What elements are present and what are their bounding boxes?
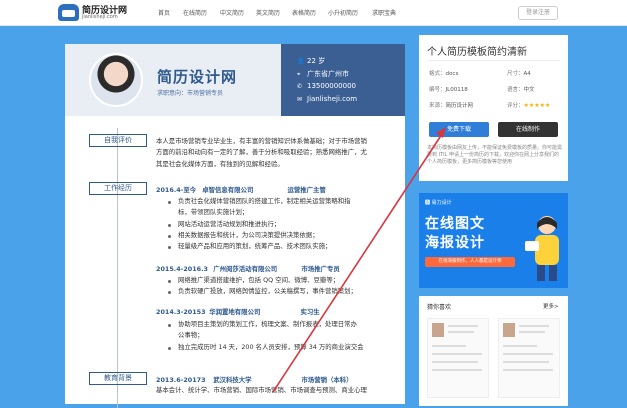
nav-link-chinese-resume[interactable]: 中文简历 [220,8,244,17]
job-row: 2015.4-2016.3 广州阅莎活动有限公司 市场推广专员 [156,265,340,273]
phone-icon: ✆ [297,83,303,90]
job-bullet: 相关数据报告和统计，为公司决策提供决策依据； [178,231,319,239]
logo-url: jianlisheji.com [82,14,118,20]
top-nav: 简历设计网 jianlisheji.com 首页 在线简历 中文简历 英文简历 … [0,0,627,26]
job-bullet: 标，带领团队实施计划； [178,208,249,216]
nav-link-english-resume[interactable]: 英文简历 [256,8,280,17]
location-icon: ⌖ [297,71,301,78]
more-link[interactable]: 更多> [543,302,559,310]
job-bullet: 公事物； [178,331,204,339]
self-eval-text: 本人是市场营销专业毕业生，有丰富的营销知识体系做基础；对于市场营销 方面的前沿和… [156,137,367,168]
job-bullet: 网络推广渠道搭建维护，包括 QQ 空间、微博、豆瓣等； [178,276,340,284]
format-meta: 格式：docx [429,71,459,77]
free-download-button[interactable]: 免费下载 [429,122,489,137]
section-work: 工作经历 [89,182,147,195]
size-meta: 尺寸：A4 [507,71,531,77]
banner-brand: 🅱 易力设计 [425,200,452,206]
job-bullet: 轻量级产品和应用的策划，统筹产品、技术团队实施； [178,242,332,250]
online-make-button[interactable]: 在线制作 [498,122,558,137]
age-value: 22 岁 [307,57,326,65]
mail-icon: ✉ [297,96,303,103]
job-row: 2014.3-20153 华润置地有限公司 实习生 [156,308,320,316]
job-bullet: 负责社会化媒体营销团队的搭建工作，制定相关运营策略和指 [178,197,351,205]
edu-row: 2013.6-20173 武汉科技大学 市场营销（本科） [156,376,353,384]
location-row: ⌖ 广东省广州市 [297,69,349,79]
timeline-line [117,128,118,408]
nav-link-online-resume[interactable]: 在线简历 [183,8,207,17]
section-education: 教育背景 [89,372,147,385]
login-button[interactable]: 登录注册 [518,6,558,20]
phone-value: 13500000000 [307,82,356,90]
nav-link-job-guide[interactable]: 求职宝典 [372,8,396,17]
nav-link-school-resume[interactable]: 小升初简历 [328,8,358,17]
phone-row: ✆ 13500000000 [297,82,356,90]
avatar [89,53,143,107]
person-icon: 👤 [297,58,305,65]
banner-subtitle: 在线海报制作，人人都是设计师 [425,257,515,267]
age-row: 👤 22 岁 [297,56,325,66]
email-row: ✉ Jianlisheji.com [297,95,357,103]
source-meta: 来源：简历设计网 [429,103,474,109]
banner-headline-1: 在线图文 [425,216,485,232]
banner-illustration [525,216,559,281]
job-bullet: 负责软硬广投放，网络舆情监控，公关稿撰写，事件营销策划； [178,287,357,295]
template-info-card: 个人简历模板简约清新 格式：docx 尺寸：A4 编号：JL00118 语言：中… [419,35,568,181]
edu-courses: 基本会计、统计学、市场营销、国际市场营销、市场调查与预测、商业心理 [156,386,367,394]
site-logo[interactable]: 简历设计网 jianlisheji.com [58,3,127,23]
recommend-title: 猜你喜欢 [427,304,452,311]
template-thumbnail[interactable] [498,318,560,398]
job-bullet: 独立完成历时 14 天，200 名人员安排，预算 34 万的商业演交会 [178,343,364,351]
logo-icon [58,4,79,21]
template-title: 个人简历模板简约清新 [427,47,527,58]
poster-ad-banner[interactable]: 🅱 易力设计 在线图文 海报设计 在线海报制作，人人都是设计师 [419,193,568,288]
location-value: 广东省广州市 [307,70,349,78]
id-meta: 编号：JL00118 [429,87,468,93]
section-self-eval: 自我评价 [89,134,147,147]
resume-preview: 简历设计网 求职意向：市场营销专员 👤 22 岁 ⌖ 广东省广州市 ✆ 1350000… [65,44,405,408]
job-bullet: 协助项目主策划的策划工作，梳理文案、制作报表，处理日常办 [178,320,357,328]
contact-panel: 👤 22 岁 ⌖ 广东省广州市 ✆ 13500000000 ✉ Jianlisheji.… [281,44,405,116]
nav-link-home[interactable]: 首页 [158,8,170,17]
template-thumbnail[interactable] [427,318,489,398]
resume-header: 简历设计网 求职意向：市场营销专员 👤 22 岁 ⌖ 广东省广州市 ✆ 1350000… [65,44,405,116]
job-bullet: 网站活动运营活动规划和推进执行； [178,220,281,228]
banner-headline-2: 海报设计 [425,235,485,251]
rating-meta: 评分：★★★★★ [507,102,551,109]
lang-meta: 语言：中文 [507,87,535,93]
job-intent: 求职意向：市场营销专员 [157,90,224,97]
divider [427,60,560,61]
email-value: Jianlisheji.com [307,95,358,103]
job-row: 2016.4-至今 卓智信息有限公司 运营推广主管 [156,186,326,194]
nav-link-table-resume[interactable]: 表格简历 [292,8,316,17]
recommend-card: 猜你喜欢 更多> [419,296,568,406]
rating-stars: ★★★★★ [523,102,551,109]
template-description: 本简历模板由网友上传，不能保证免费模板的质量。你可能需要到 ITIL 申请上一份… [427,145,563,165]
resume-name: 简历设计网 [157,68,238,86]
